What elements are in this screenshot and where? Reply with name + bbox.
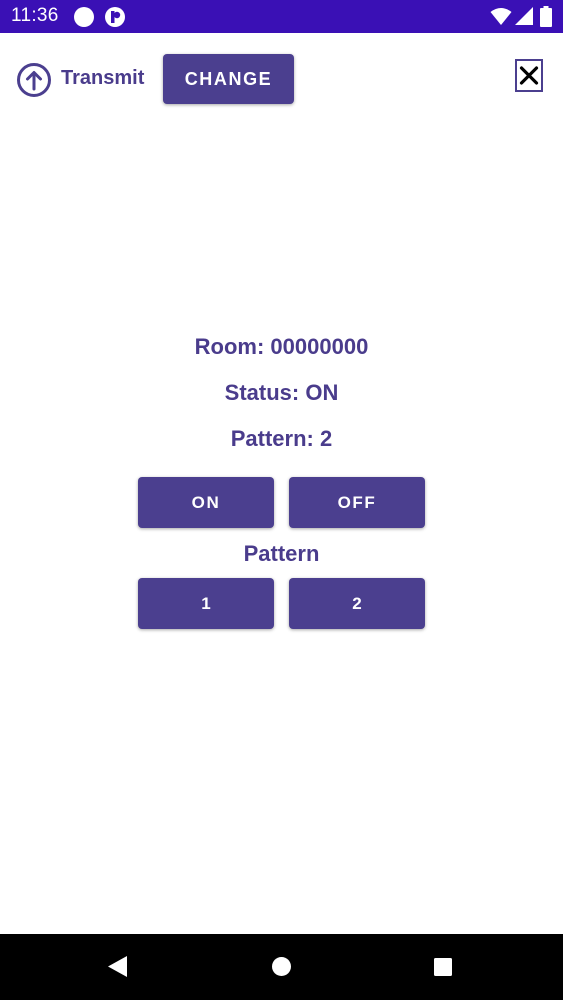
status-label: Status: ON [224,380,339,405]
navigation-bar [0,934,563,1000]
close-icon [519,66,539,85]
close-button[interactable] [515,59,543,92]
arrow-up-circle-icon[interactable] [16,62,52,98]
pattern-heading: Pattern [243,541,320,566]
status-time: 11:36 [11,5,59,26]
recents-icon[interactable] [433,957,453,977]
battery-icon [540,6,552,27]
room-label: Room: 00000000 [194,334,369,359]
wifi-icon [490,8,512,25]
pattern-1-button[interactable]: 1 [138,578,274,629]
status-bar: 11:36 [0,0,563,33]
change-button[interactable]: CHANGE [163,54,294,104]
app-badge-icon [105,7,125,27]
pattern-2-button[interactable]: 2 [289,578,425,629]
pattern-current-label: Pattern: 2 [230,426,333,451]
transmit-label: Transmit [61,67,145,89]
toolbar: Transmit CHANGE [0,33,563,123]
circle-icon [74,7,94,27]
back-icon[interactable] [107,955,128,978]
on-button[interactable]: ON [138,477,274,528]
off-button[interactable]: OFF [289,477,425,528]
home-icon[interactable] [271,956,292,977]
signal-icon [515,7,533,25]
